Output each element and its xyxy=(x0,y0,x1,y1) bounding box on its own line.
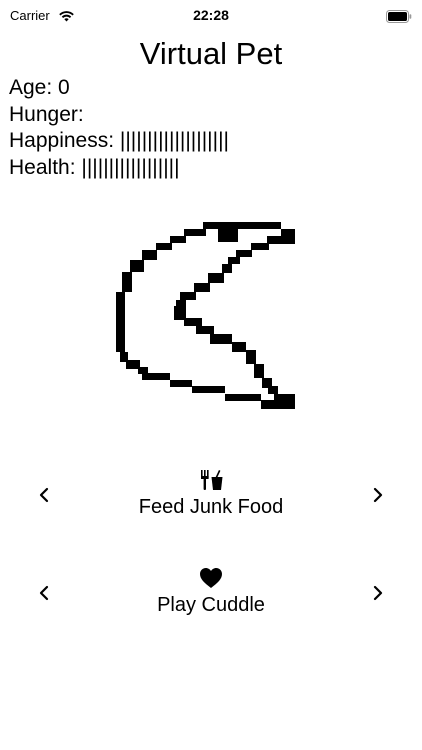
food-next-button[interactable] xyxy=(369,486,387,504)
pixel-pet-icon xyxy=(116,222,295,409)
feed-junk-food-button[interactable]: Feed Junk Food xyxy=(0,496,422,519)
status-time: 22:28 xyxy=(193,7,229,23)
food-action-row: Feed Junk Food xyxy=(0,466,422,530)
status-bar: Carrier 22:28 xyxy=(0,0,422,34)
hunger-stat: Hunger: xyxy=(9,102,84,126)
play-action-row: Play Cuddle xyxy=(0,564,422,628)
pet-sprite xyxy=(112,220,298,417)
age-stat: Age: 0 xyxy=(9,76,70,99)
happiness-stat: Happiness: |||||||||||||||||||| xyxy=(9,129,229,152)
page-title: Virtual Pet xyxy=(139,36,283,71)
chevron-right-icon xyxy=(373,487,383,503)
play-cuddle-button[interactable]: Play Cuddle xyxy=(0,594,422,617)
stats-panel: Age: 0 Hunger: Happiness: ||||||||||||||… xyxy=(9,75,229,181)
play-next-button[interactable] xyxy=(369,584,387,602)
heart-icon xyxy=(199,567,223,594)
health-stat: Health: |||||||||||||||||| xyxy=(9,155,180,179)
fork-knife-cup-icon xyxy=(199,469,225,496)
chevron-right-icon xyxy=(373,585,383,601)
battery-icon xyxy=(386,10,412,28)
